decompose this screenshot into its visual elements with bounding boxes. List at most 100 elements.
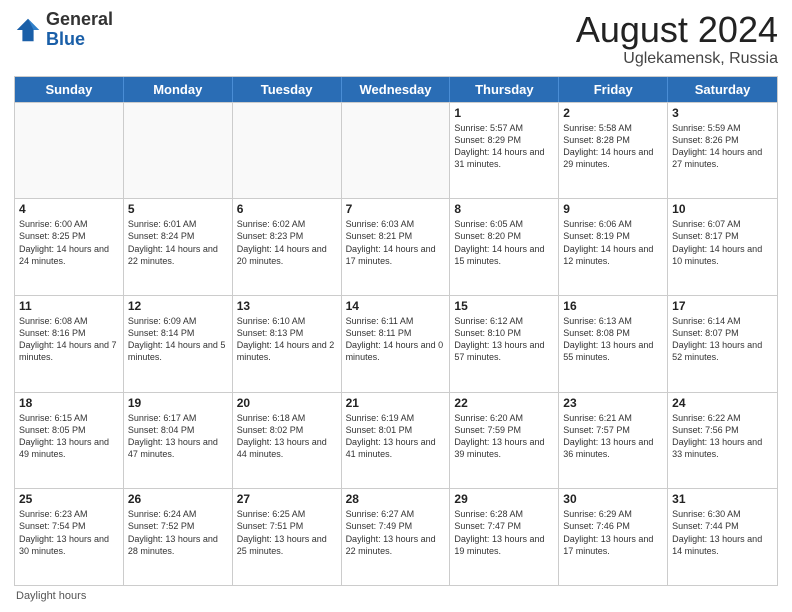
cal-cell: 4Sunrise: 6:00 AM Sunset: 8:25 PM Daylig… — [15, 199, 124, 295]
day-info: Sunrise: 6:28 AM Sunset: 7:47 PM Dayligh… — [454, 508, 554, 557]
day-number: 16 — [563, 299, 663, 313]
cal-cell: 8 Sunrise: 6:05 AM Sunset: 8:20 PM Daylig… — [450, 199, 559, 295]
day-number: 25 — [19, 492, 119, 506]
cal-cell: 18Sunrise: 6:15 AM Sunset: 8:05 PM Dayli… — [15, 393, 124, 489]
day-number: 19 — [128, 396, 228, 410]
day-info: Sunrise: 6:22 AM Sunset: 7:56 PM Dayligh… — [672, 412, 773, 461]
page: General Blue August 2024 Uglekamensk, Ru… — [0, 0, 792, 612]
day-info: Sunrise: 5:58 AM Sunset: 8:28 PM Dayligh… — [563, 122, 663, 171]
day-number: 20 — [237, 396, 337, 410]
day-info: Sunrise: 6:29 AM Sunset: 7:46 PM Dayligh… — [563, 508, 663, 557]
day-number: 7 — [346, 202, 446, 216]
header-cell-wednesday: Wednesday — [342, 77, 451, 102]
day-info: Sunrise: 6:07 AM Sunset: 8:17 PM Dayligh… — [672, 218, 773, 267]
day-number: 17 — [672, 299, 773, 313]
week-row-1: 1 Sunrise: 5:57 AM Sunset: 8:29 PM Daylig… — [15, 102, 777, 199]
logo-icon — [14, 16, 42, 44]
day-info: Sunrise: 6:02 AM Sunset: 8:23 PM Dayligh… — [237, 218, 337, 267]
header-cell-monday: Monday — [124, 77, 233, 102]
cal-cell: 7 Sunrise: 6:03 AM Sunset: 8:21 PM Daylig… — [342, 199, 451, 295]
day-number: 10 — [672, 202, 773, 216]
cal-cell: 15Sunrise: 6:12 AM Sunset: 8:10 PM Dayli… — [450, 296, 559, 392]
day-info: Sunrise: 6:10 AM Sunset: 8:13 PM Dayligh… — [237, 315, 337, 364]
day-info: Sunrise: 6:13 AM Sunset: 8:08 PM Dayligh… — [563, 315, 663, 364]
cal-cell: 28 Sunrise: 6:27 AM Sunset: 7:49 PM Dayli… — [342, 489, 451, 585]
title-block: August 2024 Uglekamensk, Russia — [576, 10, 778, 68]
cal-cell: 26 Sunrise: 6:24 AM Sunset: 7:52 PM Dayli… — [124, 489, 233, 585]
cal-cell: 19Sunrise: 6:17 AM Sunset: 8:04 PM Dayli… — [124, 393, 233, 489]
day-info: Sunrise: 6:11 AM Sunset: 8:11 PM Dayligh… — [346, 315, 446, 364]
logo: General Blue — [14, 10, 113, 50]
logo-text: General Blue — [46, 10, 113, 50]
day-info: Sunrise: 6:18 AM Sunset: 8:02 PM Dayligh… — [237, 412, 337, 461]
cal-cell: 20 Sunrise: 6:18 AM Sunset: 8:02 PM Dayli… — [233, 393, 342, 489]
day-info: Sunrise: 6:24 AM Sunset: 7:52 PM Dayligh… — [128, 508, 228, 557]
cal-cell: 10 Sunrise: 6:07 AM Sunset: 8:17 PM Dayli… — [668, 199, 777, 295]
day-info: Sunrise: 6:03 AM Sunset: 8:21 PM Dayligh… — [346, 218, 446, 267]
day-info: Sunrise: 6:25 AM Sunset: 7:51 PM Dayligh… — [237, 508, 337, 557]
day-number: 3 — [672, 106, 773, 120]
cal-cell: 1 Sunrise: 5:57 AM Sunset: 8:29 PM Daylig… — [450, 103, 559, 199]
calendar-title: August 2024 — [576, 10, 778, 50]
day-number: 26 — [128, 492, 228, 506]
day-info: Sunrise: 6:09 AM Sunset: 8:14 PM Dayligh… — [128, 315, 228, 364]
cal-cell: 25Sunrise: 6:23 AM Sunset: 7:54 PM Dayli… — [15, 489, 124, 585]
day-number: 23 — [563, 396, 663, 410]
day-info: Sunrise: 6:21 AM Sunset: 7:57 PM Dayligh… — [563, 412, 663, 461]
cal-cell: 3 Sunrise: 5:59 AM Sunset: 8:26 PM Daylig… — [668, 103, 777, 199]
day-number: 1 — [454, 106, 554, 120]
day-info: Sunrise: 5:59 AM Sunset: 8:26 PM Dayligh… — [672, 122, 773, 171]
cal-cell — [342, 103, 451, 199]
cal-cell: 14 Sunrise: 6:11 AM Sunset: 8:11 PM Dayli… — [342, 296, 451, 392]
cal-cell: 27 Sunrise: 6:25 AM Sunset: 7:51 PM Dayli… — [233, 489, 342, 585]
day-number: 14 — [346, 299, 446, 313]
cal-cell: 16 Sunrise: 6:13 AM Sunset: 8:08 PM Dayli… — [559, 296, 668, 392]
day-number: 27 — [237, 492, 337, 506]
day-info: Sunrise: 6:20 AM Sunset: 7:59 PM Dayligh… — [454, 412, 554, 461]
cal-cell: 29 Sunrise: 6:28 AM Sunset: 7:47 PM Dayli… — [450, 489, 559, 585]
day-number: 12 — [128, 299, 228, 313]
cal-cell: 24Sunrise: 6:22 AM Sunset: 7:56 PM Dayli… — [668, 393, 777, 489]
day-info: Sunrise: 6:01 AM Sunset: 8:24 PM Dayligh… — [128, 218, 228, 267]
header-cell-saturday: Saturday — [668, 77, 777, 102]
day-number: 30 — [563, 492, 663, 506]
day-info: Sunrise: 6:15 AM Sunset: 8:05 PM Dayligh… — [19, 412, 119, 461]
cal-cell: 12 Sunrise: 6:09 AM Sunset: 8:14 PM Dayli… — [124, 296, 233, 392]
cal-cell: 31Sunrise: 6:30 AM Sunset: 7:44 PM Dayli… — [668, 489, 777, 585]
day-info: Sunrise: 5:57 AM Sunset: 8:29 PM Dayligh… — [454, 122, 554, 171]
cal-cell: 21 Sunrise: 6:19 AM Sunset: 8:01 PM Dayli… — [342, 393, 451, 489]
day-number: 21 — [346, 396, 446, 410]
cal-cell: 22Sunrise: 6:20 AM Sunset: 7:59 PM Dayli… — [450, 393, 559, 489]
header-cell-friday: Friday — [559, 77, 668, 102]
day-info: Sunrise: 6:14 AM Sunset: 8:07 PM Dayligh… — [672, 315, 773, 364]
calendar-body: 1 Sunrise: 5:57 AM Sunset: 8:29 PM Daylig… — [15, 102, 777, 585]
header-cell-thursday: Thursday — [450, 77, 559, 102]
cal-cell: 5 Sunrise: 6:01 AM Sunset: 8:24 PM Daylig… — [124, 199, 233, 295]
cal-cell: 30 Sunrise: 6:29 AM Sunset: 7:46 PM Dayli… — [559, 489, 668, 585]
calendar: SundayMondayTuesdayWednesdayThursdayFrid… — [14, 76, 778, 586]
day-number: 11 — [19, 299, 119, 313]
day-info: Sunrise: 6:06 AM Sunset: 8:19 PM Dayligh… — [563, 218, 663, 267]
cal-cell: 11 Sunrise: 6:08 AM Sunset: 8:16 PM Dayli… — [15, 296, 124, 392]
cal-cell — [233, 103, 342, 199]
header-cell-tuesday: Tuesday — [233, 77, 342, 102]
day-info: Sunrise: 6:19 AM Sunset: 8:01 PM Dayligh… — [346, 412, 446, 461]
cal-cell — [15, 103, 124, 199]
day-info: Sunrise: 6:27 AM Sunset: 7:49 PM Dayligh… — [346, 508, 446, 557]
cal-cell: 9Sunrise: 6:06 AM Sunset: 8:19 PM Daylig… — [559, 199, 668, 295]
day-number: 4 — [19, 202, 119, 216]
header-cell-sunday: Sunday — [15, 77, 124, 102]
day-number: 28 — [346, 492, 446, 506]
day-info: Sunrise: 6:08 AM Sunset: 8:16 PM Dayligh… — [19, 315, 119, 364]
cal-cell — [124, 103, 233, 199]
day-number: 5 — [128, 202, 228, 216]
week-row-3: 11 Sunrise: 6:08 AM Sunset: 8:16 PM Dayli… — [15, 295, 777, 392]
cal-cell: 13Sunrise: 6:10 AM Sunset: 8:13 PM Dayli… — [233, 296, 342, 392]
calendar-subtitle: Uglekamensk, Russia — [576, 50, 778, 68]
day-info: Sunrise: 6:05 AM Sunset: 8:20 PM Dayligh… — [454, 218, 554, 267]
day-info: Sunrise: 6:30 AM Sunset: 7:44 PM Dayligh… — [672, 508, 773, 557]
day-number: 29 — [454, 492, 554, 506]
cal-cell: 23 Sunrise: 6:21 AM Sunset: 7:57 PM Dayli… — [559, 393, 668, 489]
day-number: 8 — [454, 202, 554, 216]
calendar-header-row: SundayMondayTuesdayWednesdayThursdayFrid… — [15, 77, 777, 102]
